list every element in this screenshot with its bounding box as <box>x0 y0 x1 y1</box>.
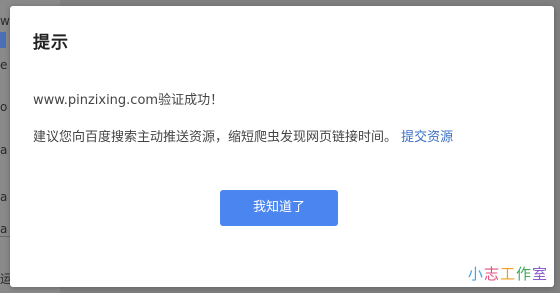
got-it-button[interactable]: 我知道了 <box>220 190 338 226</box>
background-accent-bar <box>0 32 6 48</box>
watermark-logo: 小志工作室 <box>468 265 548 283</box>
dialog-title: 提示 <box>33 33 69 53</box>
watermark-char: 志 <box>483 265 500 283</box>
background-text-fragment: w <box>0 14 10 28</box>
verification-dialog: 提示 www.pinzixing.com验证成功！ 建议您向百度搜索主动推送资源… <box>10 6 554 287</box>
background-text-fragment: a <box>0 222 8 236</box>
submit-resources-link[interactable]: 提交资源 <box>401 130 453 145</box>
watermark-char: 作 <box>515 265 532 283</box>
suggestion-message: 建议您向百度搜索主动推送资源，缩短爬虫发现网页链接时间。 提交资源 <box>33 129 453 147</box>
watermark-char: 小 <box>467 265 484 283</box>
watermark-char: 室 <box>531 265 548 283</box>
background-text-fragment: e <box>0 58 8 72</box>
suggestion-text: 建议您向百度搜索主动推送资源，缩短爬虫发现网页链接时间。 <box>33 130 398 145</box>
watermark-char: 工 <box>499 265 516 283</box>
background-text-fragment: a <box>0 190 8 204</box>
background-text-fragment: a <box>0 143 8 157</box>
verification-success-message: www.pinzixing.com验证成功！ <box>33 93 224 108</box>
background-text-fragment: o <box>0 100 8 114</box>
